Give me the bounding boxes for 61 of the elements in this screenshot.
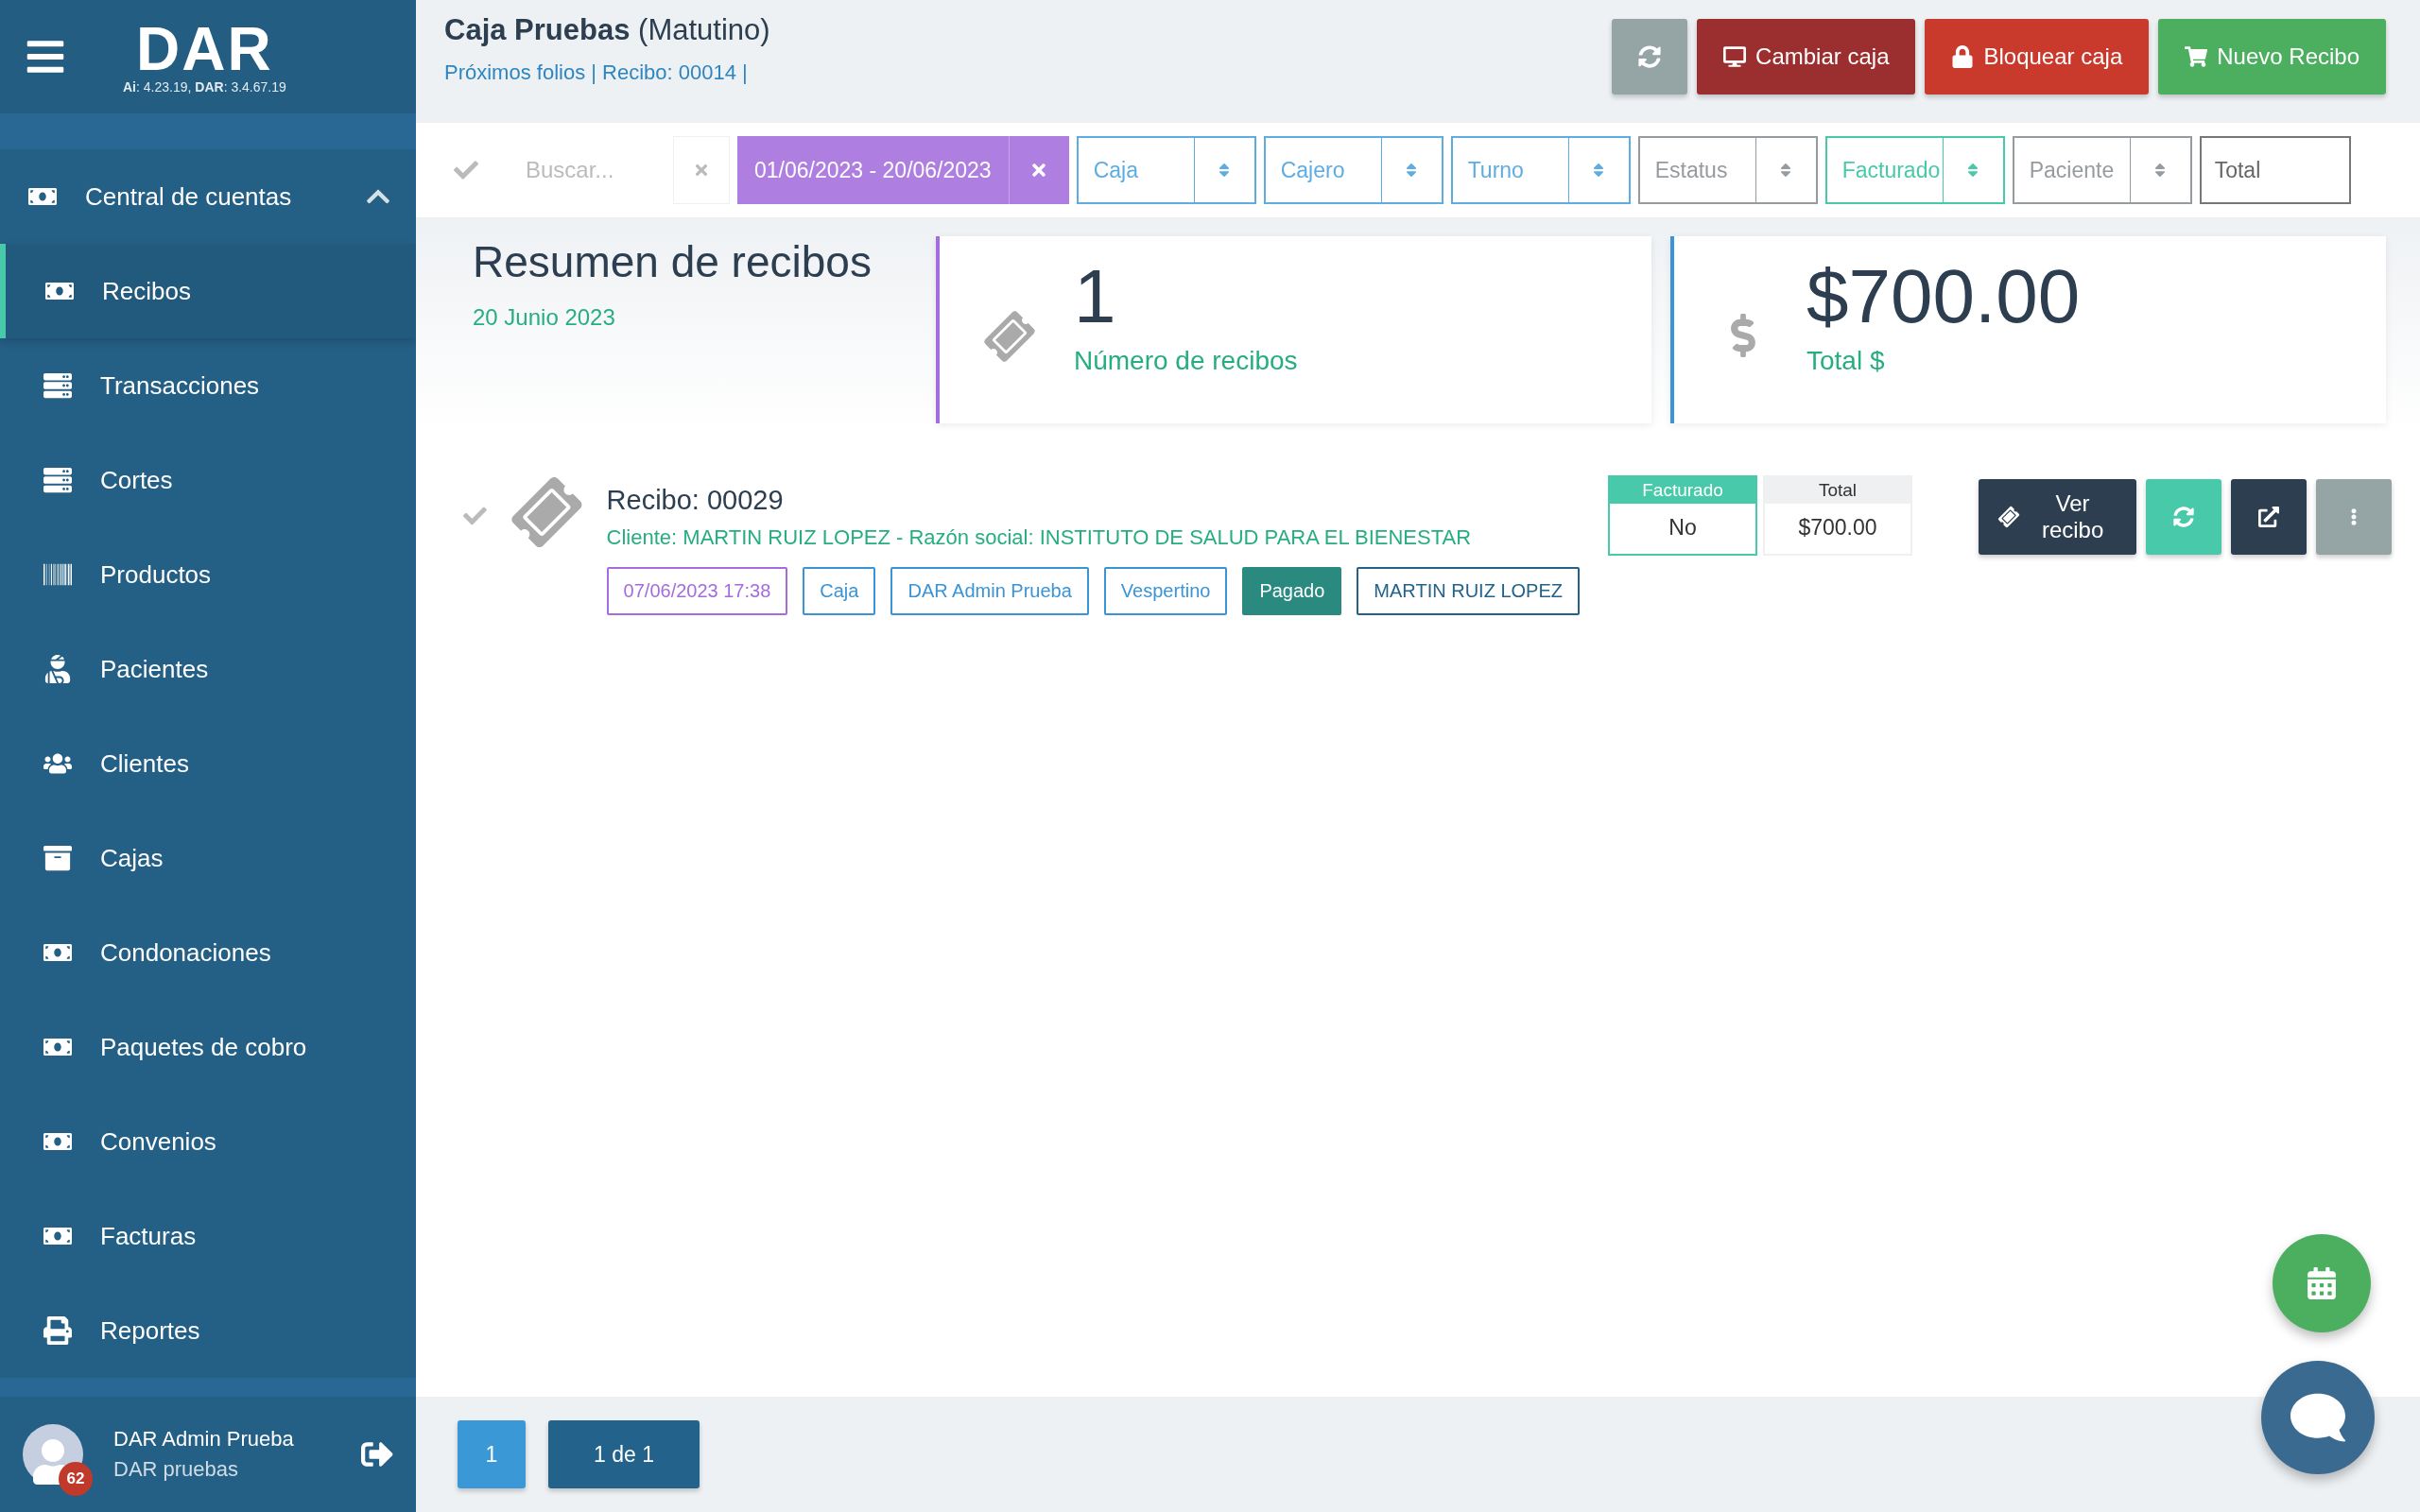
total-value: $700.00 [1798,514,1877,541]
summary-date: 20 Junio 2023 [473,304,616,331]
refresh-button[interactable] [2146,479,2221,555]
receipt-tag: MARTIN RUIZ LOPEZ [1357,567,1580,615]
sidebar-item[interactable]: Recibos [0,244,416,338]
monitor-icon [1723,45,1747,68]
refresh-icon [1638,45,1662,68]
sidebar-item[interactable]: Cortes [0,433,416,527]
sidebar-item[interactable]: Convenios [0,1094,416,1189]
check-icon[interactable] [454,158,478,182]
receipt-tag: Vespertino [1103,567,1228,615]
external-link-icon [2258,507,2279,527]
version-text: Ai: 4.23.19, DAR: 3.4.67.19 [123,79,286,94]
client-text: Cliente: MARTIN RUIZ LOPEZ - Razón social: INSTITUTO DE SALUD PARA EL BIENESTAR [606,525,1473,550]
card-label: Número de recibos [1074,346,1298,376]
open-external-button[interactable] [2231,479,2307,555]
sidebar-item[interactable]: Productos [0,527,416,622]
sidebar-item[interactable]: Clientes [0,716,416,811]
receipt-tag: DAR Admin Prueba [890,567,1089,615]
lock-icon [1951,45,1975,68]
menu-item-icon [43,844,72,872]
menu-item-icon [43,1316,72,1345]
menu-item-icon [43,371,72,400]
notification-badge: 62 [59,1462,93,1496]
calendar-icon [2306,1267,2338,1299]
page-summary-button[interactable]: 1 de 1 [548,1420,700,1488]
lock-register-button[interactable]: Bloquear caja [1925,19,2150,94]
refresh-icon [2173,507,2194,527]
menu-item-icon [43,655,72,683]
card-value: $700.00 [1806,257,2081,336]
next-folios-text: Próximos folios | Recibo: 00014 | [444,60,749,85]
total-header: Total [1765,477,1910,504]
menu-group[interactable]: Central de cuentas [0,149,416,244]
change-register-button[interactable]: Cambiar caja [1697,19,1916,94]
receipt-tag: Pagado [1242,567,1342,615]
sidebar-item[interactable]: Reportes [0,1283,416,1378]
sidebar-item[interactable]: Paquetes de cobro [0,1000,416,1094]
receipt-tag: 07/06/2023 17:38 [606,567,788,615]
user-role: DAR pruebas [113,1457,240,1482]
card-value: 1 [1074,257,1117,336]
receipt-title: Recibo: 00029 [606,485,785,516]
total-field[interactable]: Total [2199,136,2351,204]
receipt-tag: Caja [803,567,876,615]
cart-icon [2185,45,2208,68]
user-name: DAR Admin Prueba [113,1427,295,1452]
sidebar-item[interactable]: Transacciones [0,338,416,433]
card-label: Total $ [1806,346,1886,376]
invoiced-header: Facturado [1610,477,1755,504]
close-icon [693,162,710,179]
invoiced-value: No [1668,514,1697,541]
sidebar-item[interactable]: Facturas [0,1189,416,1283]
logo: DAR [136,19,273,79]
refresh-button[interactable] [1612,19,1688,94]
sidebar-item[interactable]: Pacientes [0,622,416,716]
clear-search-button[interactable] [673,136,730,204]
page-title: Caja Pruebas (Matutino) [444,13,771,47]
menu-item-icon [43,466,72,494]
sidebar-item[interactable]: Cajas [0,811,416,905]
sidebar-item[interactable]: Condonaciones [0,905,416,1000]
summary-title: Resumen de recibos [473,236,873,287]
view-receipt-button[interactable]: Ver recibo [1979,479,2136,555]
